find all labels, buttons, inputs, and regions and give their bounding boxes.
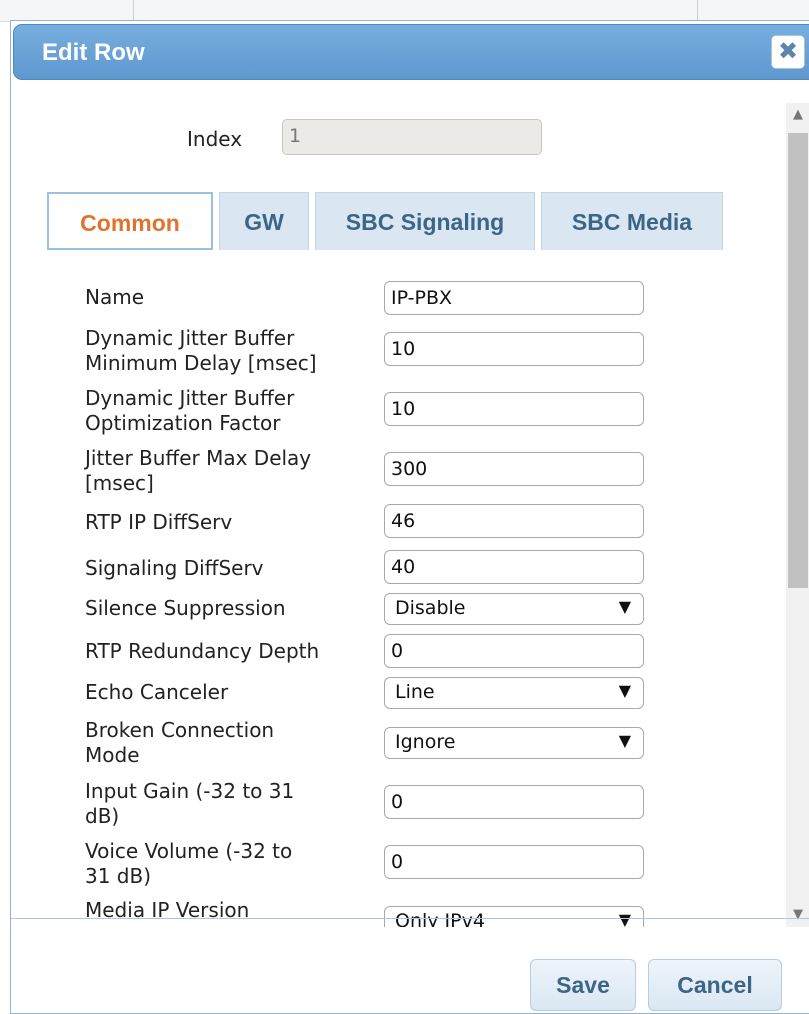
chevron-down-icon: ▼	[618, 681, 631, 700]
broken-connection-mode-label-line2: Mode	[85, 743, 140, 767]
media-ip-version-select[interactable]: Only IPv4 ▼	[384, 906, 644, 927]
jitter-min-delay-label-line1: Dynamic Jitter Buffer	[85, 326, 295, 350]
cancel-button[interactable]: Cancel	[648, 959, 782, 1011]
voice-volume-label-line2: 31 dB)	[85, 864, 152, 888]
jitter-min-delay-label-line2: Minimum Delay [msec]	[85, 351, 317, 375]
name-label: Name	[85, 285, 145, 309]
form-scroll-area: Name IP-PBX Dynamic Jitter Buffer Minimu…	[11, 271, 786, 927]
dialog-titlebar[interactable]: Edit Row ✖	[13, 24, 809, 80]
signaling-diffserv-label: Signaling DiffServ	[85, 556, 264, 580]
echo-canceler-label: Echo Canceler	[85, 680, 229, 704]
chevron-down-icon: ▼	[618, 731, 631, 750]
echo-canceler-select[interactable]: Line ▼	[384, 677, 644, 709]
tab-sbc-signaling[interactable]: SBC Signaling	[315, 192, 535, 250]
background-table-header	[0, 0, 809, 22]
silence-suppression-select[interactable]: Disable ▼	[384, 593, 644, 625]
jitter-opt-factor-label-line2: Optimization Factor	[85, 411, 281, 435]
echo-canceler-value: Line	[395, 681, 435, 703]
scroll-up-icon[interactable]: ▲	[786, 103, 809, 127]
footer-divider	[11, 918, 809, 919]
jitter-opt-factor-label: Dynamic Jitter Buffer Optimization Facto…	[85, 386, 294, 436]
input-gain-field[interactable]: 0	[384, 785, 644, 819]
vertical-scrollbar[interactable]: ▲ ▼	[786, 103, 809, 927]
save-button[interactable]: Save	[530, 959, 636, 1011]
voice-volume-field[interactable]: 0	[384, 845, 644, 879]
input-gain-label-line2: dB)	[85, 804, 120, 828]
broken-connection-mode-value: Ignore	[395, 731, 456, 753]
media-ip-version-label: Media IP Version	[85, 898, 250, 922]
index-label: Index	[187, 127, 243, 151]
name-field[interactable]: IP-PBX	[384, 281, 644, 315]
voice-volume-label: Voice Volume (-32 to 31 dB)	[85, 839, 292, 889]
jitter-max-delay-label-line2: [msec]	[85, 471, 154, 495]
column-divider	[697, 0, 698, 22]
broken-connection-mode-label-line1: Broken Connection	[85, 718, 275, 742]
edit-row-dialog: Edit Row ✖ Index 1 Common GW SBC Signali…	[10, 20, 809, 1014]
jitter-max-delay-label: Jitter Buffer Max Delay [msec]	[85, 446, 311, 496]
scroll-down-icon[interactable]: ▼	[786, 903, 809, 927]
rtp-redundancy-depth-label: RTP Redundancy Depth	[85, 639, 320, 663]
dialog-title: Edit Row	[42, 39, 145, 66]
tab-sbc-media[interactable]: SBC Media	[541, 192, 723, 250]
tab-common[interactable]: Common	[47, 192, 213, 250]
scroll-thumb[interactable]	[788, 133, 808, 588]
rtp-ip-diffserv-field[interactable]: 46	[384, 504, 644, 538]
jitter-max-delay-label-line1: Jitter Buffer Max Delay	[85, 446, 312, 470]
signaling-diffserv-field[interactable]: 40	[384, 550, 644, 584]
close-icon[interactable]: ✖	[771, 35, 805, 69]
index-field: 1	[282, 119, 542, 155]
rtp-ip-diffserv-label: RTP IP DiffServ	[85, 510, 233, 534]
silence-suppression-value: Disable	[395, 597, 466, 619]
input-gain-label-line1: Input Gain (-32 to 31	[85, 779, 295, 803]
broken-connection-mode-select[interactable]: Ignore ▼	[384, 727, 644, 759]
silence-suppression-label: Silence Suppression	[85, 596, 286, 620]
voice-volume-label-line1: Voice Volume (-32 to	[85, 839, 293, 863]
jitter-opt-factor-label-line1: Dynamic Jitter Buffer	[85, 386, 295, 410]
broken-connection-mode-label: Broken Connection Mode	[85, 718, 274, 768]
jitter-min-delay-field[interactable]: 10	[384, 332, 644, 366]
rtp-redundancy-depth-field[interactable]: 0	[384, 634, 644, 668]
jitter-opt-factor-field[interactable]: 10	[384, 392, 644, 426]
column-divider	[133, 0, 134, 22]
jitter-max-delay-field[interactable]: 300	[384, 452, 644, 486]
input-gain-label: Input Gain (-32 to 31 dB)	[85, 779, 294, 829]
tab-gw[interactable]: GW	[219, 192, 309, 250]
jitter-min-delay-label: Dynamic Jitter Buffer Minimum Delay [mse…	[85, 326, 317, 376]
chevron-down-icon: ▼	[618, 597, 631, 616]
